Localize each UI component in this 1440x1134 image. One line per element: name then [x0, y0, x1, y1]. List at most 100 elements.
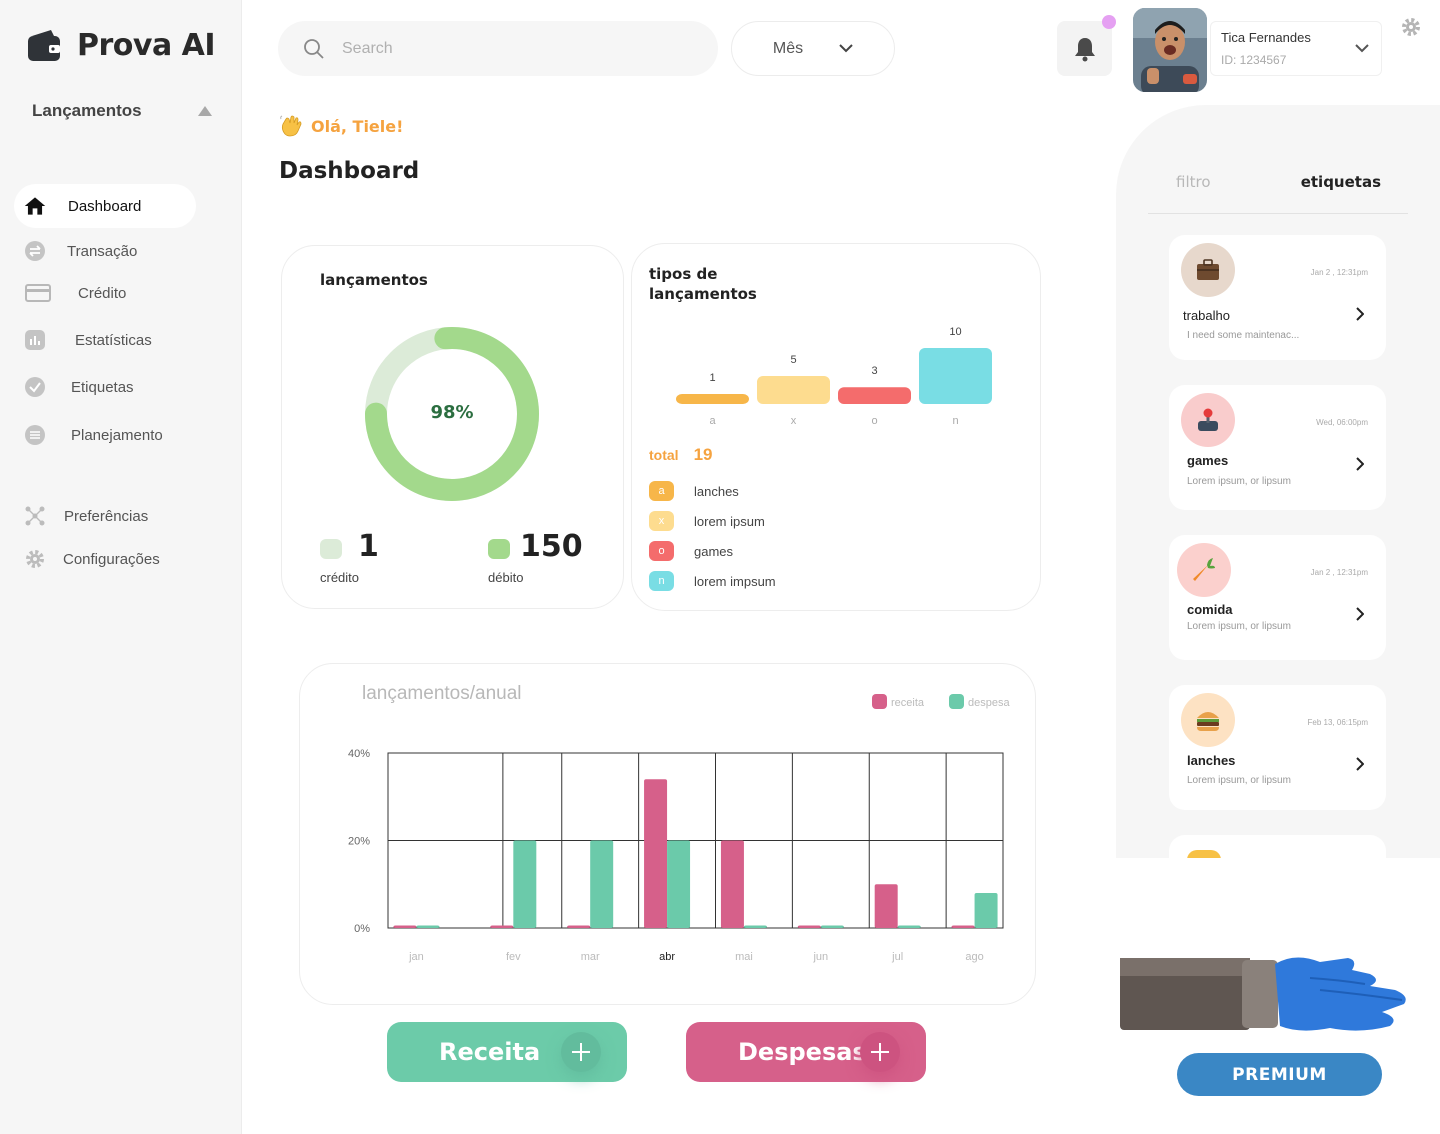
sidebar-item-estatisticas[interactable]: Estatísticas	[24, 329, 152, 351]
page-title: Dashboard	[279, 158, 420, 184]
legend-chip: n	[649, 571, 674, 591]
tag-card-games[interactable]: Wed, 06:00pm games Lorem ipsum, or lipsu…	[1169, 385, 1386, 510]
tag-date: Feb 13, 06:15pm	[1307, 718, 1368, 727]
x-tick-label: mai	[735, 951, 753, 963]
user-id: ID: 1234567	[1221, 53, 1287, 67]
sidebar-item-credito[interactable]: Crédito	[24, 282, 126, 304]
chevron-right-icon[interactable]	[1356, 607, 1364, 621]
sidebar-item-label: Etiquetas	[71, 378, 134, 396]
network-icon	[24, 505, 46, 527]
x-tick-label: mar	[581, 951, 600, 963]
tag-name: lanches	[1187, 753, 1236, 768]
month-label: Mês	[772, 39, 804, 57]
legend-label: receita	[891, 697, 925, 709]
tag-desc: Lorem ipsum, or lipsum	[1187, 775, 1291, 786]
credito-swatch	[320, 539, 342, 559]
tag-card-partial[interactable]	[1169, 835, 1386, 858]
bar-receita	[393, 925, 417, 928]
legend-label: despesa	[968, 697, 1010, 709]
tag-check-icon	[24, 376, 46, 398]
x-tick-label: jun	[812, 951, 828, 963]
settings-button[interactable]	[1400, 16, 1422, 43]
tag-desc: Lorem ipsum, or lipsum	[1187, 476, 1291, 487]
bar-despesa	[974, 893, 998, 928]
receita-button[interactable]: Receita	[387, 1022, 627, 1082]
bar-receita	[951, 925, 975, 928]
stats-icon	[24, 329, 46, 351]
premium-button[interactable]: PREMIUM	[1177, 1053, 1382, 1096]
chevron-right-icon[interactable]	[1356, 757, 1364, 771]
notifications-button[interactable]	[1057, 21, 1112, 76]
bar-category-label: a	[709, 415, 716, 427]
plus-icon[interactable]	[561, 1032, 601, 1072]
card-tipos: tipos de lançamentos 1 a 5 x 3 o 10 n total 19 …	[631, 243, 1041, 611]
tag-name: games	[1187, 453, 1229, 468]
chevron-right-icon[interactable]	[1356, 307, 1364, 321]
tag-card-comida[interactable]: Jan 2 , 12:31pm comida Lorem ipsum, or l…	[1169, 535, 1386, 660]
sidebar-item-preferencias[interactable]: Preferências	[24, 505, 148, 527]
legend-label: games	[694, 543, 734, 559]
legend-chip: o	[649, 541, 674, 561]
annual-bar-chart: lançamentos/anual receita despesa 40% 20% 0% j…	[348, 683, 1011, 963]
bar-despesa	[897, 925, 921, 928]
sidebar-item-transacao[interactable]: Transação	[24, 240, 137, 262]
tipos-bar	[757, 376, 830, 404]
sidebar-item-label: Estatísticas	[75, 331, 152, 349]
x-tick-label: abr	[659, 951, 675, 963]
crossed-fingers-illustration	[1120, 957, 1406, 1031]
y-tick-label: 40%	[348, 748, 370, 760]
search-bar[interactable]	[278, 21, 718, 76]
bar-value-label: 1	[709, 372, 715, 384]
list-icon	[24, 424, 46, 446]
tag-card-lanches[interactable]: Feb 13, 06:15pm lanches Lorem ipsum, or …	[1169, 685, 1386, 810]
tipos-bar	[676, 394, 749, 404]
card-title: lançamentos	[320, 271, 428, 289]
burger-icon	[1181, 693, 1235, 747]
tag-card-trabalho[interactable]: Jan 2 , 12:31pm trabalho I need some mai…	[1169, 235, 1386, 360]
chevron-down-icon[interactable]	[1355, 44, 1369, 53]
triangle-up-icon[interactable]	[198, 106, 212, 116]
card-anual: lançamentos/anual receita despesa 40% 20% 0% j…	[299, 663, 1036, 1005]
sidebar-item-configuracoes[interactable]: Configurações	[24, 548, 160, 570]
joystick-icon	[1181, 393, 1235, 447]
card-title-line2: lançamentos	[649, 285, 757, 303]
sidebar-item-etiquetas[interactable]: Etiquetas	[24, 376, 134, 398]
exchange-icon	[24, 240, 46, 262]
bar-value-label: 10	[949, 326, 961, 338]
legend-item: n lorem impsum	[649, 571, 776, 591]
user-menu[interactable]: Tica Fernandes ID: 1234567	[1210, 21, 1382, 76]
carrot-icon	[1177, 543, 1231, 597]
sidebar-item-planejamento[interactable]: Planejamento	[24, 424, 163, 446]
plus-icon[interactable]	[860, 1032, 900, 1072]
section-lancamentos[interactable]: Lançamentos	[32, 101, 212, 121]
sidebar-item-label: Planejamento	[71, 426, 163, 444]
legend-chip: x	[649, 511, 674, 531]
gear-icon	[1402, 18, 1420, 36]
total-label: total	[649, 447, 679, 463]
search-icon[interactable]	[304, 38, 324, 59]
bar-category-label: x	[791, 415, 797, 427]
tag-name: comida	[1187, 602, 1233, 617]
despesas-button[interactable]: Despesas	[686, 1022, 926, 1082]
avatar[interactable]	[1133, 8, 1207, 92]
partial-icon	[1187, 850, 1221, 858]
tag-date: Wed, 06:00pm	[1316, 418, 1368, 427]
logo[interactable]: Prova AI	[27, 28, 216, 63]
bell-icon	[1074, 37, 1095, 61]
tab-etiquetas[interactable]: etiquetas	[1301, 173, 1381, 191]
bar-category-label: n	[952, 415, 958, 427]
total-value: 19	[693, 445, 713, 464]
sidebar: Prova AI Lançamentos Dashboard Transação…	[0, 0, 242, 1134]
sidebar-item-label: Crédito	[78, 284, 127, 302]
sidebar-item-dashboard[interactable]: Dashboard	[14, 184, 196, 228]
tab-filtro[interactable]: filtro	[1176, 173, 1211, 191]
sidebar-item-label: Preferências	[64, 507, 149, 525]
bar-value-label: 3	[871, 365, 877, 377]
month-select[interactable]: Mês	[731, 21, 895, 76]
total-row: total 19	[649, 445, 712, 465]
legend-swatch	[949, 694, 964, 709]
search-input[interactable]	[342, 39, 682, 58]
chevron-right-icon[interactable]	[1356, 457, 1364, 471]
wallet-icon	[28, 29, 60, 61]
card-title: tipos de lançamentos	[649, 264, 757, 304]
